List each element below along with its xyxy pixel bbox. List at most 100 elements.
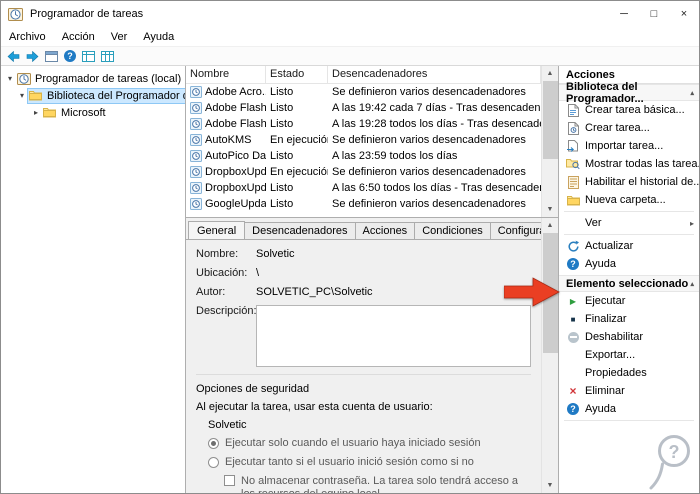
window-title: Programador de tareas (30, 8, 144, 20)
radio-label: Ejecutar tanto si el usuario inició sesi… (225, 456, 474, 468)
task-trigger: A las 23:59 todos los días (332, 150, 458, 162)
task-scheduler-app-icon (8, 6, 24, 22)
task-icon (190, 150, 202, 162)
tree-item-root[interactable]: ▾ Programador de tareas (local) (1, 70, 185, 87)
table-row[interactable]: AutoPico Da... Listo A las 23:59 todos l… (186, 148, 541, 164)
collapse-icon[interactable]: ▴ (690, 89, 694, 97)
radio-icon[interactable] (208, 456, 219, 468)
close-button[interactable]: × (669, 1, 699, 27)
tree-item-library[interactable]: ▾ Biblioteca del Programador de tareas (1, 87, 185, 104)
list-view-icon[interactable] (82, 50, 95, 62)
question-glyph: ? (64, 50, 76, 62)
menu-ayuda[interactable]: Ayuda (135, 31, 182, 43)
collapse-icon[interactable]: ▴ (690, 280, 694, 288)
action-nueva-carpeta[interactable]: Nueva carpeta... (559, 191, 699, 209)
menu-accion[interactable]: Acción (54, 31, 103, 43)
action-propiedades[interactable]: Propiedades (559, 364, 699, 382)
question-glyph: ? (567, 403, 579, 415)
radio-run-whether-logged-or-not[interactable]: Ejecutar tanto si el usuario inició sesi… (196, 456, 531, 468)
maximize-button[interactable]: □ (639, 1, 669, 27)
scroll-up-icon[interactable]: ▲ (542, 66, 559, 81)
task-document-icon (566, 121, 580, 135)
section-header-selected-item[interactable]: Elemento seleccionado ▴ (559, 275, 699, 292)
tab-general[interactable]: General (188, 221, 246, 239)
checkbox-label: No almacenar contraseña. La tarea solo t… (241, 475, 518, 493)
detail-view-icon[interactable] (101, 50, 114, 62)
radio-label: Ejecutar solo cuando el usuario haya ini… (225, 437, 481, 449)
account-label: Al ejecutar la tarea, usar esta cuenta d… (196, 401, 433, 413)
action-label: Importar tarea... (585, 140, 664, 152)
tab-acciones[interactable]: Acciones (354, 222, 416, 239)
radio-run-logged-on[interactable]: Ejecutar solo cuando el usuario haya ini… (196, 437, 531, 449)
list-header: Nombre Estado Desencadenadores (186, 66, 541, 84)
task-trigger: A las 19:28 todos los días - Tras desenc… (332, 118, 541, 130)
tree-item-label: Microsoft (61, 106, 106, 119)
back-arrow-icon[interactable] (7, 50, 20, 62)
action-actualizar[interactable]: Actualizar (559, 237, 699, 255)
expander-icon[interactable]: ▸ (30, 108, 42, 117)
task-name: AutoPico Da... (205, 150, 266, 162)
scrollbar-thumb[interactable] (542, 81, 558, 159)
name-label: Nombre: (196, 248, 239, 260)
forward-arrow-icon[interactable] (26, 50, 39, 62)
task-name: DropboxUpd... (205, 166, 266, 178)
action-label: Mostrar todas las tarea... (585, 158, 699, 170)
action-importar-tarea[interactable]: Importar tarea... (559, 137, 699, 155)
action-habilitar-historial[interactable]: Habilitar el historial de... (559, 173, 699, 191)
svg-text:?: ? (669, 442, 680, 462)
description-box[interactable] (256, 305, 531, 367)
action-ver[interactable]: Ver ▸ (559, 214, 699, 232)
checkbox-icon[interactable] (224, 475, 235, 486)
column-header-desencadenadores[interactable]: Desencadenadores (328, 66, 541, 83)
menu-archivo[interactable]: Archivo (1, 31, 54, 43)
tab-condiciones[interactable]: Condiciones (414, 222, 491, 239)
help-toolbar-icon[interactable]: ? (64, 50, 76, 62)
action-mostrar-todas[interactable]: Mostrar todas las tarea... (559, 155, 699, 173)
expander-icon[interactable]: ▾ (4, 74, 16, 83)
table-row[interactable]: AutoKMS En ejecución Se definieron vario… (186, 132, 541, 148)
action-ejecutar[interactable]: ▶ Ejecutar (559, 292, 699, 310)
scroll-down-icon[interactable]: ▼ (542, 478, 559, 493)
table-row[interactable]: DropboxUpd... En ejecución Se definieron… (186, 164, 541, 180)
action-exportar[interactable]: Exportar... (559, 346, 699, 364)
detail-scrollbar[interactable]: ▲ ▼ (541, 218, 558, 493)
scroll-up-icon[interactable]: ▲ (542, 218, 559, 233)
action-divider (564, 234, 694, 235)
show-all-tasks-icon (566, 158, 580, 170)
tab-desencadenadores[interactable]: Desencadenadores (244, 222, 356, 239)
task-list-scrollbar[interactable]: ▲ ▼ (541, 66, 558, 217)
tree-item-microsoft[interactable]: ▸ Microsoft (1, 104, 185, 121)
column-header-nombre[interactable]: Nombre (186, 66, 266, 83)
action-ayuda-biblioteca[interactable]: ? Ayuda (559, 255, 699, 273)
table-row[interactable]: Adobe Acro... Listo Se definieron varios… (186, 84, 541, 100)
action-ayuda-elemento[interactable]: ? Ayuda (559, 400, 699, 418)
action-eliminar[interactable]: × Eliminar (559, 382, 699, 400)
table-row[interactable]: Adobe Flash... Listo A las 19:28 todos l… (186, 116, 541, 132)
task-list: Nombre Estado Desencadenadores Adobe Acr… (186, 66, 558, 218)
action-label: Crear tarea... (585, 122, 650, 134)
section-header-library[interactable]: Biblioteca del Programador... ▴ (559, 81, 699, 105)
task-status: En ejecución (270, 134, 328, 146)
task-detail-pane: General Desencadenadores Acciones Condic… (186, 218, 558, 493)
action-crear-tarea[interactable]: Crear tarea... (559, 119, 699, 137)
column-header-estado[interactable]: Estado (266, 66, 328, 83)
console-window-icon[interactable] (45, 50, 58, 62)
menu-ver[interactable]: Ver (103, 31, 136, 43)
table-row[interactable]: GoogleUpda... Listo Se definieron varios… (186, 196, 541, 212)
task-trigger: Se definieron varios desencadenadores (332, 198, 526, 210)
action-crear-tarea-basica[interactable]: Crear tarea básica... (559, 101, 699, 119)
expander-icon[interactable]: ▾ (16, 91, 28, 100)
scroll-down-icon[interactable]: ▼ (542, 202, 559, 217)
action-label: Deshabilitar (585, 331, 644, 343)
task-trigger: Se definieron varios desencadenadores (332, 134, 526, 146)
section-title: Elemento seleccionado (566, 277, 689, 290)
minimize-button[interactable]: ─ (609, 1, 639, 27)
radio-icon[interactable] (208, 437, 219, 449)
checkbox-do-not-store-password[interactable]: No almacenar contraseña. La tarea solo t… (196, 475, 531, 493)
tab-configuracion[interactable]: Configuración (489, 222, 541, 239)
action-deshabilitar[interactable]: Deshabilitar (559, 328, 699, 346)
table-row[interactable]: DropboxUpd... Listo A las 6:50 todos los… (186, 180, 541, 196)
task-status: Listo (270, 102, 294, 114)
action-finalizar[interactable]: ■ Finalizar (559, 310, 699, 328)
table-row[interactable]: Adobe Flash... Listo A las 19:42 cada 7 … (186, 100, 541, 116)
